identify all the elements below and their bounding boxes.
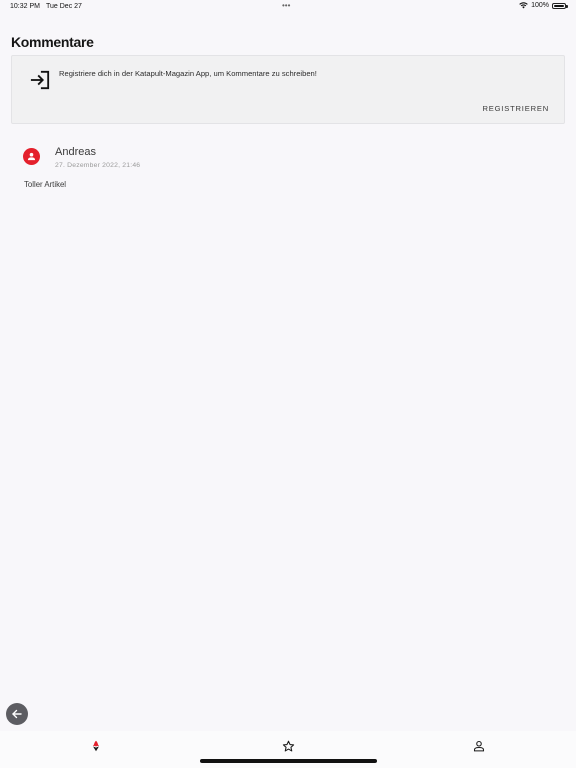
- back-button[interactable]: [6, 703, 28, 725]
- comment-author: Andreas: [55, 146, 96, 158]
- tab-profile[interactable]: [471, 738, 487, 754]
- arrow-left-icon: [12, 709, 22, 719]
- register-card: Registriere dich in der Katapult-Magazin…: [11, 55, 565, 124]
- avatar: [23, 148, 40, 165]
- person-icon: [473, 740, 485, 752]
- register-button[interactable]: REGISTRIEREN: [482, 104, 549, 113]
- tab-favorites[interactable]: [280, 738, 296, 754]
- status-time: 10:32 PM: [10, 3, 40, 10]
- status-right: 100%: [519, 2, 568, 9]
- multitasking-dots[interactable]: •••: [282, 1, 290, 10]
- screen: 10:32 PM Tue Dec 27 ••• 100% Kommentare …: [0, 0, 576, 768]
- tab-home[interactable]: [88, 738, 104, 754]
- comment-text: Toller Artikel: [24, 180, 67, 189]
- comment-date: 27. Dezember 2022, 21:46: [55, 162, 141, 169]
- login-icon: [30, 70, 50, 90]
- user-icon: [27, 152, 36, 161]
- star-icon: [282, 740, 294, 751]
- home-indicator[interactable]: [200, 759, 377, 763]
- wifi-icon: [519, 2, 528, 9]
- katapult-logo-icon: [93, 740, 99, 752]
- status-bar: 10:32 PM Tue Dec 27 ••• 100%: [0, 0, 576, 14]
- battery-percentage: 100%: [531, 2, 549, 9]
- status-date: Tue Dec 27: [46, 3, 82, 10]
- battery-icon: [552, 2, 568, 9]
- page-title: Kommentare: [11, 34, 94, 50]
- register-message: Registriere dich in der Katapult-Magazin…: [59, 69, 317, 78]
